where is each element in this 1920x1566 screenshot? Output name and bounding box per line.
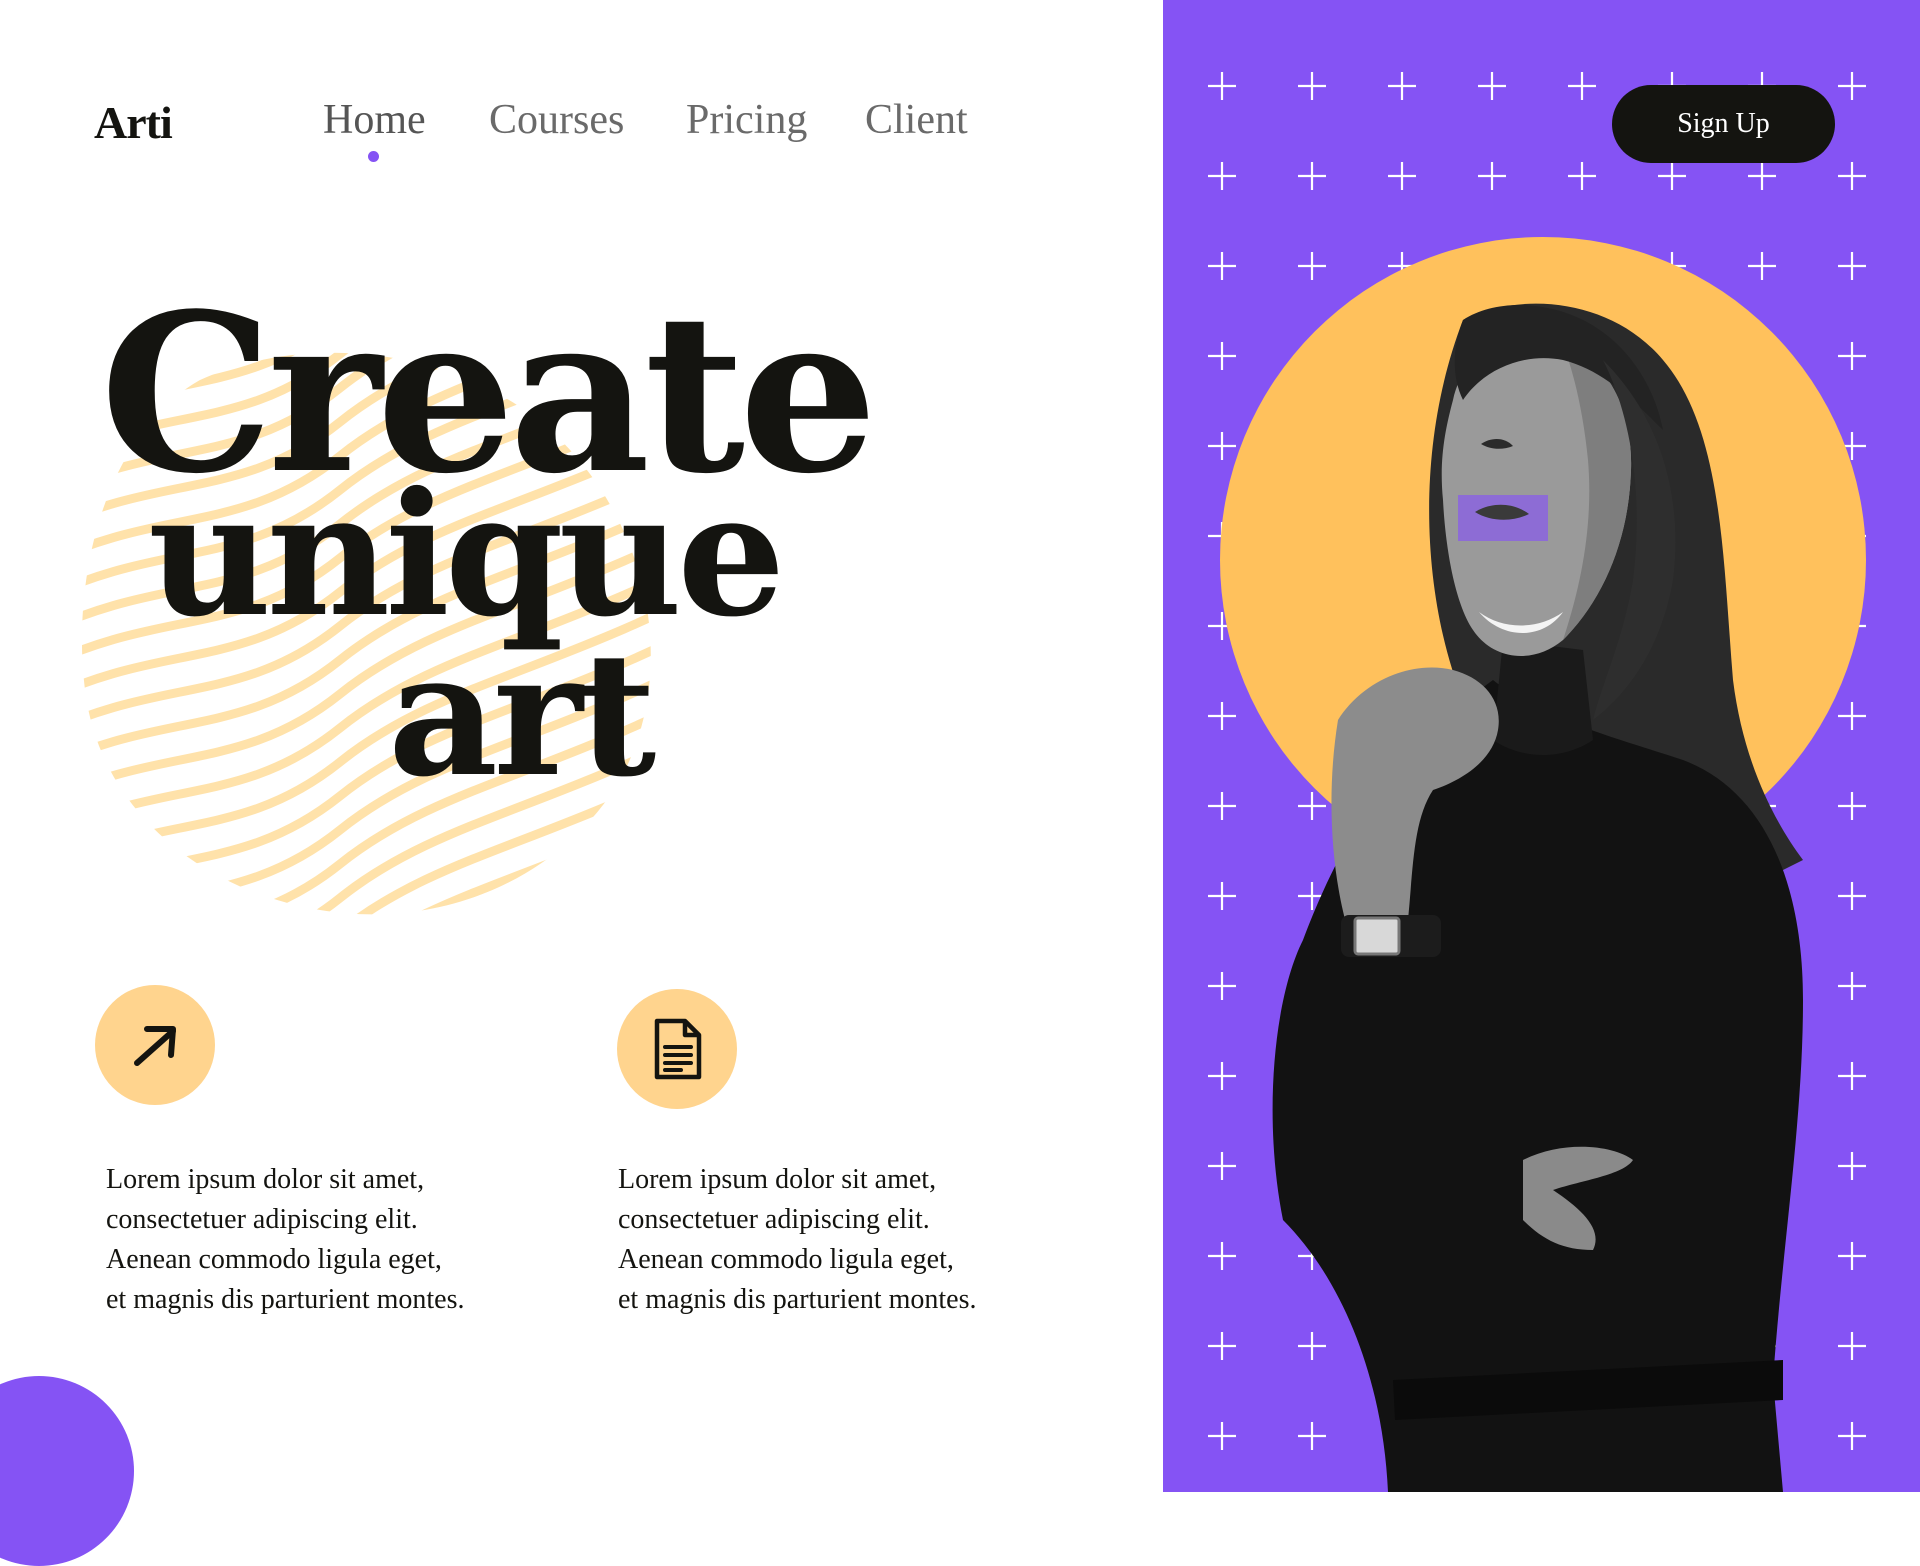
active-indicator-dot: [368, 151, 380, 162]
nav-courses[interactable]: Courses: [489, 96, 624, 144]
striped-blob-decoration: [81, 352, 651, 915]
feature-arrow-button[interactable]: [95, 985, 215, 1105]
feature-text-2: Lorem ipsum dolor sit amet, consectetuer…: [618, 1164, 977, 1315]
arrow-up-right-icon: [134, 1026, 176, 1066]
nav-home[interactable]: Home: [323, 96, 426, 162]
nav-pricing-label: Pricing: [686, 97, 808, 143]
nav-home-label: Home: [323, 97, 426, 143]
nav-courses-label: Courses: [489, 97, 625, 143]
nav-client[interactable]: Client: [865, 96, 968, 144]
signup-button[interactable]: Sign Up: [1612, 85, 1835, 163]
nav-pricing[interactable]: Pricing: [686, 96, 807, 144]
main-nav: Home Courses Pricing Client: [0, 96, 1150, 176]
feature-document-button[interactable]: [617, 989, 737, 1109]
hero-image-panel: [1163, 0, 1920, 1492]
feature-text-1: Lorem ipsum dolor sit amet, consectetuer…: [106, 1164, 465, 1315]
nav-client-label: Client: [865, 97, 968, 143]
corner-circle-decoration: [0, 1376, 134, 1566]
document-icon: [654, 1018, 702, 1080]
hero-portrait-image: [1272, 303, 1803, 1492]
